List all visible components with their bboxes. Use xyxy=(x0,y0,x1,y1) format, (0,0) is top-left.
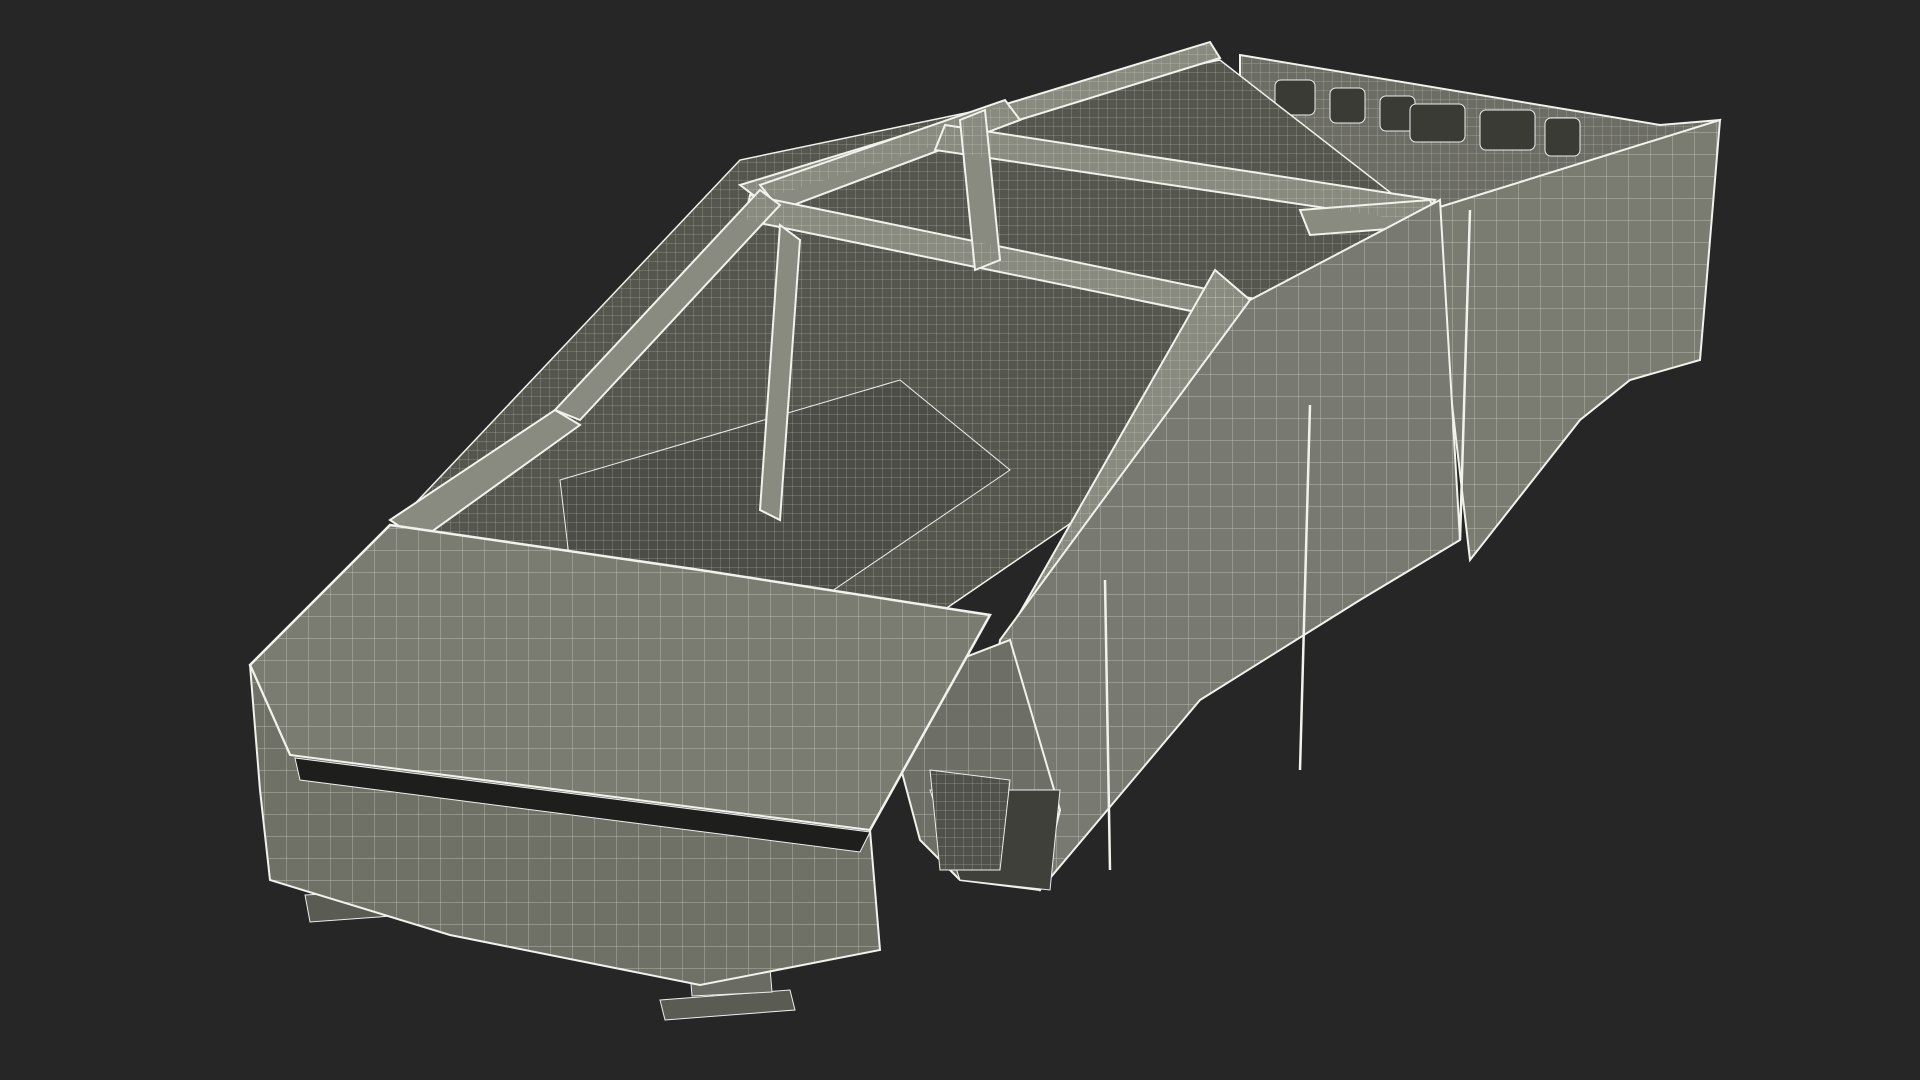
front-suspension-mount xyxy=(929,769,1011,871)
render-viewport xyxy=(0,0,1920,1080)
truck-body-wireframe xyxy=(248,40,1722,1021)
